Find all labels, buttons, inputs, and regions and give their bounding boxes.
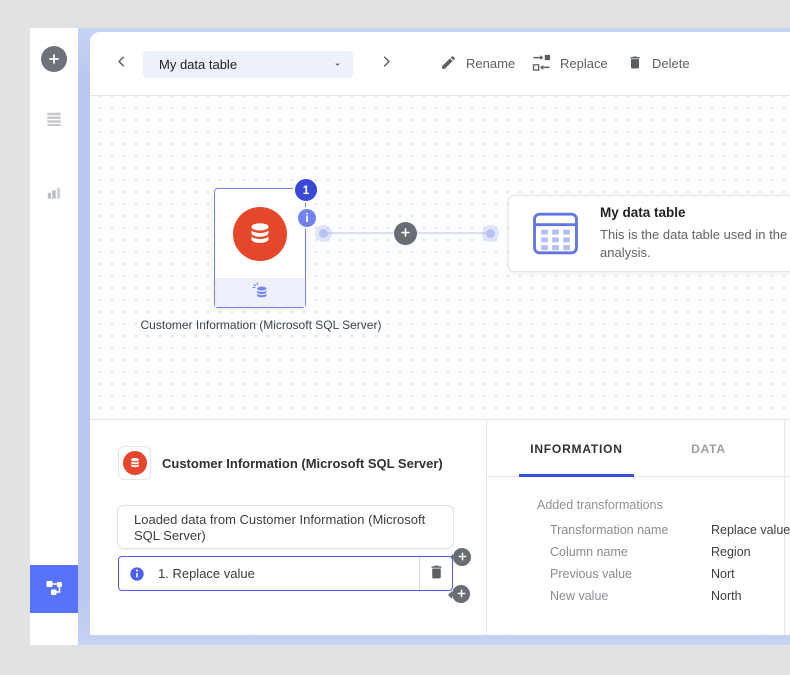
info-row-label: Column name [550,545,628,559]
add-operation-on-link-button[interactable] [394,222,417,245]
database-icon [245,219,275,249]
next-table-button[interactable] [374,51,398,75]
database-sparkle-icon [250,280,271,306]
info-row-value: Replace value [711,523,790,537]
source-output-port[interactable] [319,229,328,238]
source-node-body [215,189,305,278]
chevron-right-icon [379,54,394,72]
node-canvas[interactable]: 1 i Customer Information (Microsoft SQL … [90,96,790,419]
source-node[interactable] [214,188,306,308]
bar-chart-icon [44,182,64,205]
table-selector-dropdown[interactable]: My data table [143,51,353,78]
source-chip [118,446,151,480]
tab-information[interactable]: INFORMATION [519,420,634,477]
info-row-new-value: New value North [550,589,785,603]
info-badge[interactable]: i [296,207,318,229]
info-row-previous-value: Previous value Nort [550,567,785,581]
tab-data[interactable]: DATA [651,420,766,477]
trash-icon [428,563,445,584]
data-table-node-title: My data table [600,205,790,220]
delete-label: Delete [652,56,690,71]
table-selector-value: My data table [159,57,237,72]
app-sidebar [30,28,78,645]
trash-icon [627,54,643,74]
database-icon [128,456,142,470]
info-row-label: New value [550,589,608,603]
sql-server-source-badge [233,207,287,261]
sidebar-item-visualizations[interactable] [30,169,78,217]
add-transformation-button-top[interactable] [453,548,471,566]
pencil-icon [440,54,457,74]
rename-label: Rename [466,56,515,71]
source-node-footer [215,278,305,307]
data-table-node-text: My data table This is the data table use… [600,205,790,262]
previous-table-button[interactable] [109,51,133,75]
rename-button[interactable]: Rename [440,32,515,95]
details-panel: Customer Information (Microsoft SQL Serv… [90,419,790,635]
plus-icon [456,587,467,602]
info-row-transformation-name: Transformation name Replace value [550,523,785,537]
data-table-node-description: This is the data table used in the analy… [600,226,790,262]
replace-value-step[interactable]: 1. Replace value [118,556,453,591]
source-details-title: Customer Information (Microsoft SQL Serv… [162,456,443,471]
sidebar-item-pages[interactable] [30,96,78,144]
table-grid-icon [529,207,582,260]
swap-icon [532,54,551,74]
data-canvas-content: My data table Rename [90,32,790,635]
data-table-node[interactable]: My data table This is the data table use… [508,195,790,272]
info-icon [129,566,145,582]
info-row-value: Region [711,545,751,559]
add-transformation-button-bottom[interactable] [452,585,470,603]
delete-transformation-button[interactable] [420,557,452,590]
plus-icon [457,550,468,565]
canvas-toolbar: My data table Rename [90,32,790,96]
replace-button[interactable]: Replace [532,32,608,95]
delete-button[interactable]: Delete [627,32,690,95]
info-row-column-name: Column name Region [550,545,785,559]
add-button[interactable] [30,35,78,83]
data-canvas-frame: My data table Rename [78,28,790,645]
replace-value-step-label: 1. Replace value [158,566,255,581]
list-icon [44,109,64,132]
replace-label: Replace [560,56,608,71]
chevron-down-icon [332,59,343,70]
info-row-value: Nort [711,567,735,581]
info-row-value: North [711,589,742,603]
sidebar-item-data-canvas[interactable] [30,565,78,613]
plus-circle-icon [41,46,67,72]
source-node-label: Customer Information (Microsoft SQL Serv… [94,318,428,332]
added-transformations-heading: Added transformations [537,498,663,512]
transformation-count-badge[interactable]: 1 [293,177,319,203]
sql-server-chip-badge [123,451,147,475]
plus-icon [399,226,412,242]
chevron-left-icon [114,54,129,72]
table-input-port[interactable] [486,229,495,238]
info-row-label: Transformation name [550,523,668,537]
loaded-data-step[interactable]: Loaded data from Customer Information (M… [117,505,454,549]
info-row-label: Previous value [550,567,632,581]
data-canvas-flow-icon [42,576,66,603]
step-details-panel: INFORMATION DATA Added transformations T… [487,420,790,635]
details-tabs: INFORMATION DATA [487,420,790,477]
